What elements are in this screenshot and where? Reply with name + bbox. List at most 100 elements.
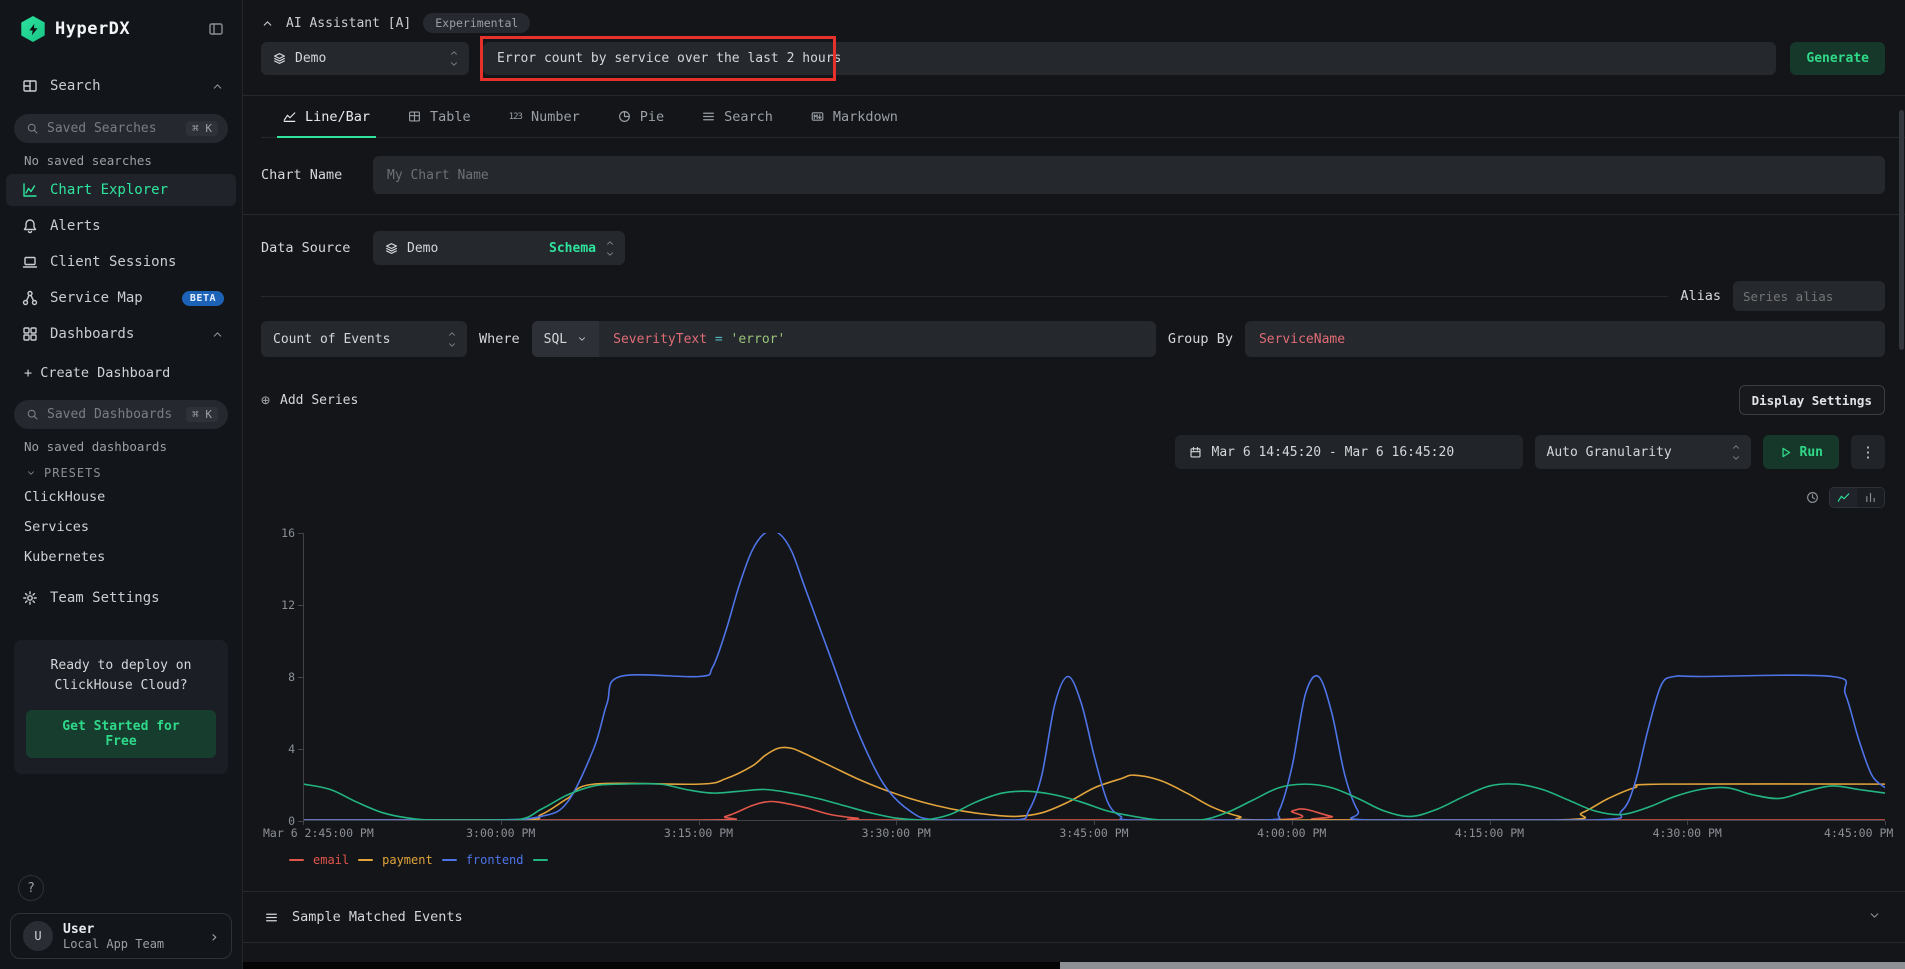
plot-area[interactable] — [303, 533, 1885, 821]
granularity-select[interactable]: Auto Granularity — [1535, 435, 1751, 469]
sidebar-item-service-map[interactable]: Service Map BETA — [0, 282, 242, 314]
schema-link[interactable]: Schema — [549, 241, 596, 256]
time-range-input[interactable]: Mar 6 14:45:20 - Mar 6 16:45:20 — [1175, 435, 1523, 469]
x-tick-mark — [699, 821, 700, 825]
table-icon — [408, 110, 421, 123]
alias-input[interactable] — [1733, 281, 1885, 311]
tab-label: Markdown — [833, 109, 898, 125]
legend-swatch[interactable] — [358, 859, 373, 861]
preset-clickhouse[interactable]: ClickHouse — [0, 482, 242, 512]
sidebar-item-team-settings[interactable]: Team Settings — [0, 582, 242, 614]
legend-label[interactable]: email — [313, 853, 349, 867]
user-name: User — [63, 922, 164, 937]
avatar: U — [23, 921, 53, 951]
preset-kubernetes[interactable]: Kubernetes — [0, 542, 242, 572]
user-menu[interactable]: U User Local App Team › — [10, 913, 232, 959]
y-axis: 0481216 — [261, 533, 303, 821]
legend-label[interactable]: frontend — [466, 853, 524, 867]
presets-label: PRESETS — [44, 466, 102, 480]
sidebar-item-label: Service Map — [50, 290, 170, 306]
saved-searches-input[interactable]: Saved Searches ⌘ K — [14, 114, 228, 143]
beta-badge: BETA — [182, 291, 224, 306]
pie-chart-icon — [618, 110, 631, 123]
tab-table[interactable]: Table — [408, 96, 471, 137]
ai-assistant-toggle[interactable]: AI Assistant [A] Experimental — [261, 10, 1885, 36]
tab-search[interactable]: Search — [702, 96, 773, 137]
gear-icon — [22, 590, 38, 606]
tab-markdown[interactable]: Markdown — [811, 96, 898, 137]
create-dashboard-button[interactable]: + Create Dashboard — [0, 358, 242, 388]
data-source-row: Data Source Demo Schema — [261, 231, 1885, 265]
sidebar-item-chart-explorer[interactable]: Chart Explorer — [6, 174, 236, 206]
generate-button[interactable]: Generate — [1790, 42, 1885, 75]
series-line-frontend — [304, 533, 1885, 820]
y-tick-label: 16 — [281, 526, 295, 540]
x-tick-mark — [1292, 821, 1293, 825]
sql-token-field: SeverityText — [613, 332, 707, 347]
saved-dashboards-input[interactable]: Saved Dashboards ⌘ K — [14, 400, 228, 429]
hyperdx-logo-icon — [20, 16, 46, 42]
sidebar-item-label: Alerts — [50, 218, 224, 234]
legend-swatch[interactable] — [289, 859, 304, 861]
assistant-source-select[interactable]: Demo — [261, 42, 469, 75]
y-tick-label: 12 — [281, 598, 295, 612]
search-section-icon — [22, 78, 38, 94]
get-started-button[interactable]: Get Started for Free — [26, 710, 216, 758]
clickhouse-cloud-card: Ready to deploy on ClickHouse Cloud? Get… — [14, 640, 228, 774]
display-settings-button[interactable]: Display Settings — [1739, 385, 1885, 415]
sidebar-item-search[interactable]: Search — [0, 70, 242, 102]
help-button[interactable]: ? — [18, 875, 44, 901]
line-style-button[interactable] — [1830, 488, 1857, 507]
vertical-scrollbar[interactable] — [1899, 110, 1904, 350]
tab-pie[interactable]: Pie — [618, 96, 664, 137]
group-by-input[interactable]: ServiceName — [1245, 321, 1885, 357]
x-tick-label: 4:30:00 PM — [1653, 826, 1722, 840]
list-icon — [265, 911, 278, 924]
bar-style-button[interactable] — [1857, 488, 1884, 507]
divider — [243, 214, 1905, 215]
sidebar-item-label: Client Sessions — [50, 254, 224, 270]
hyperdx-logo[interactable]: HyperDX — [20, 16, 130, 42]
x-tick-label: 3:00:00 PM — [466, 826, 535, 840]
x-tick-label: Mar 6 2:45:00 PM — [263, 826, 374, 840]
x-tick-label: 3:30:00 PM — [862, 826, 931, 840]
legend-swatch[interactable] — [533, 859, 548, 861]
add-series-button[interactable]: ⊕ Add Series — [261, 391, 358, 409]
sidebar-item-dashboards[interactable]: Dashboards — [0, 318, 242, 350]
sidebar-item-alerts[interactable]: Alerts — [0, 210, 242, 242]
preset-services[interactable]: Services — [0, 512, 242, 542]
tab-number[interactable]: 123 Number — [509, 96, 580, 137]
chevron-down-icon — [26, 468, 36, 478]
aggregation-select[interactable]: Count of Events — [261, 321, 467, 357]
x-tick-label: 3:15:00 PM — [664, 826, 733, 840]
horizontal-scrollbar[interactable] — [243, 962, 1905, 969]
alias-label: Alias — [1680, 288, 1721, 304]
assistant-source-value: Demo — [295, 51, 440, 66]
sql-language-select[interactable]: SQL — [532, 321, 599, 357]
presets-toggle[interactable]: PRESETS — [0, 456, 242, 482]
history-button[interactable] — [1806, 491, 1819, 504]
kebab-menu-icon: ⋮ — [1861, 444, 1876, 461]
collapse-sidebar-button[interactable] — [208, 21, 224, 37]
data-source-value: Demo — [407, 241, 540, 256]
tab-line-bar[interactable]: Line/Bar — [283, 96, 370, 137]
sidebar-footer: ? U User Local App Team › — [0, 865, 242, 969]
bar-chart-icon — [1864, 491, 1877, 504]
legend-label[interactable]: payment — [382, 853, 433, 867]
sidebar-item-label: Chart Explorer — [50, 182, 224, 198]
where-input[interactable]: SQL SeverityText = 'error' — [532, 321, 1156, 357]
assistant-query-wrap — [483, 42, 1776, 75]
assistant-query-input[interactable] — [483, 42, 1776, 75]
more-options-button[interactable]: ⋮ — [1851, 435, 1885, 469]
sample-matched-events-section[interactable]: Sample Matched Events — [261, 892, 1885, 942]
group-by-label: Group By — [1168, 331, 1233, 347]
horizontal-scrollbar-thumb[interactable] — [1060, 962, 1905, 969]
sidebar-item-client-sessions[interactable]: Client Sessions — [0, 246, 242, 278]
chart-name-input[interactable] — [373, 156, 1885, 194]
data-source-select[interactable]: Demo Schema — [373, 231, 625, 265]
line-chart-icon — [283, 110, 296, 123]
run-button[interactable]: Run — [1763, 435, 1839, 469]
legend-swatch[interactable] — [442, 859, 457, 861]
sql-token-operator: = — [707, 332, 730, 347]
run-controls-row: Mar 6 14:45:20 - Mar 6 16:45:20 Auto Gra… — [261, 435, 1885, 469]
